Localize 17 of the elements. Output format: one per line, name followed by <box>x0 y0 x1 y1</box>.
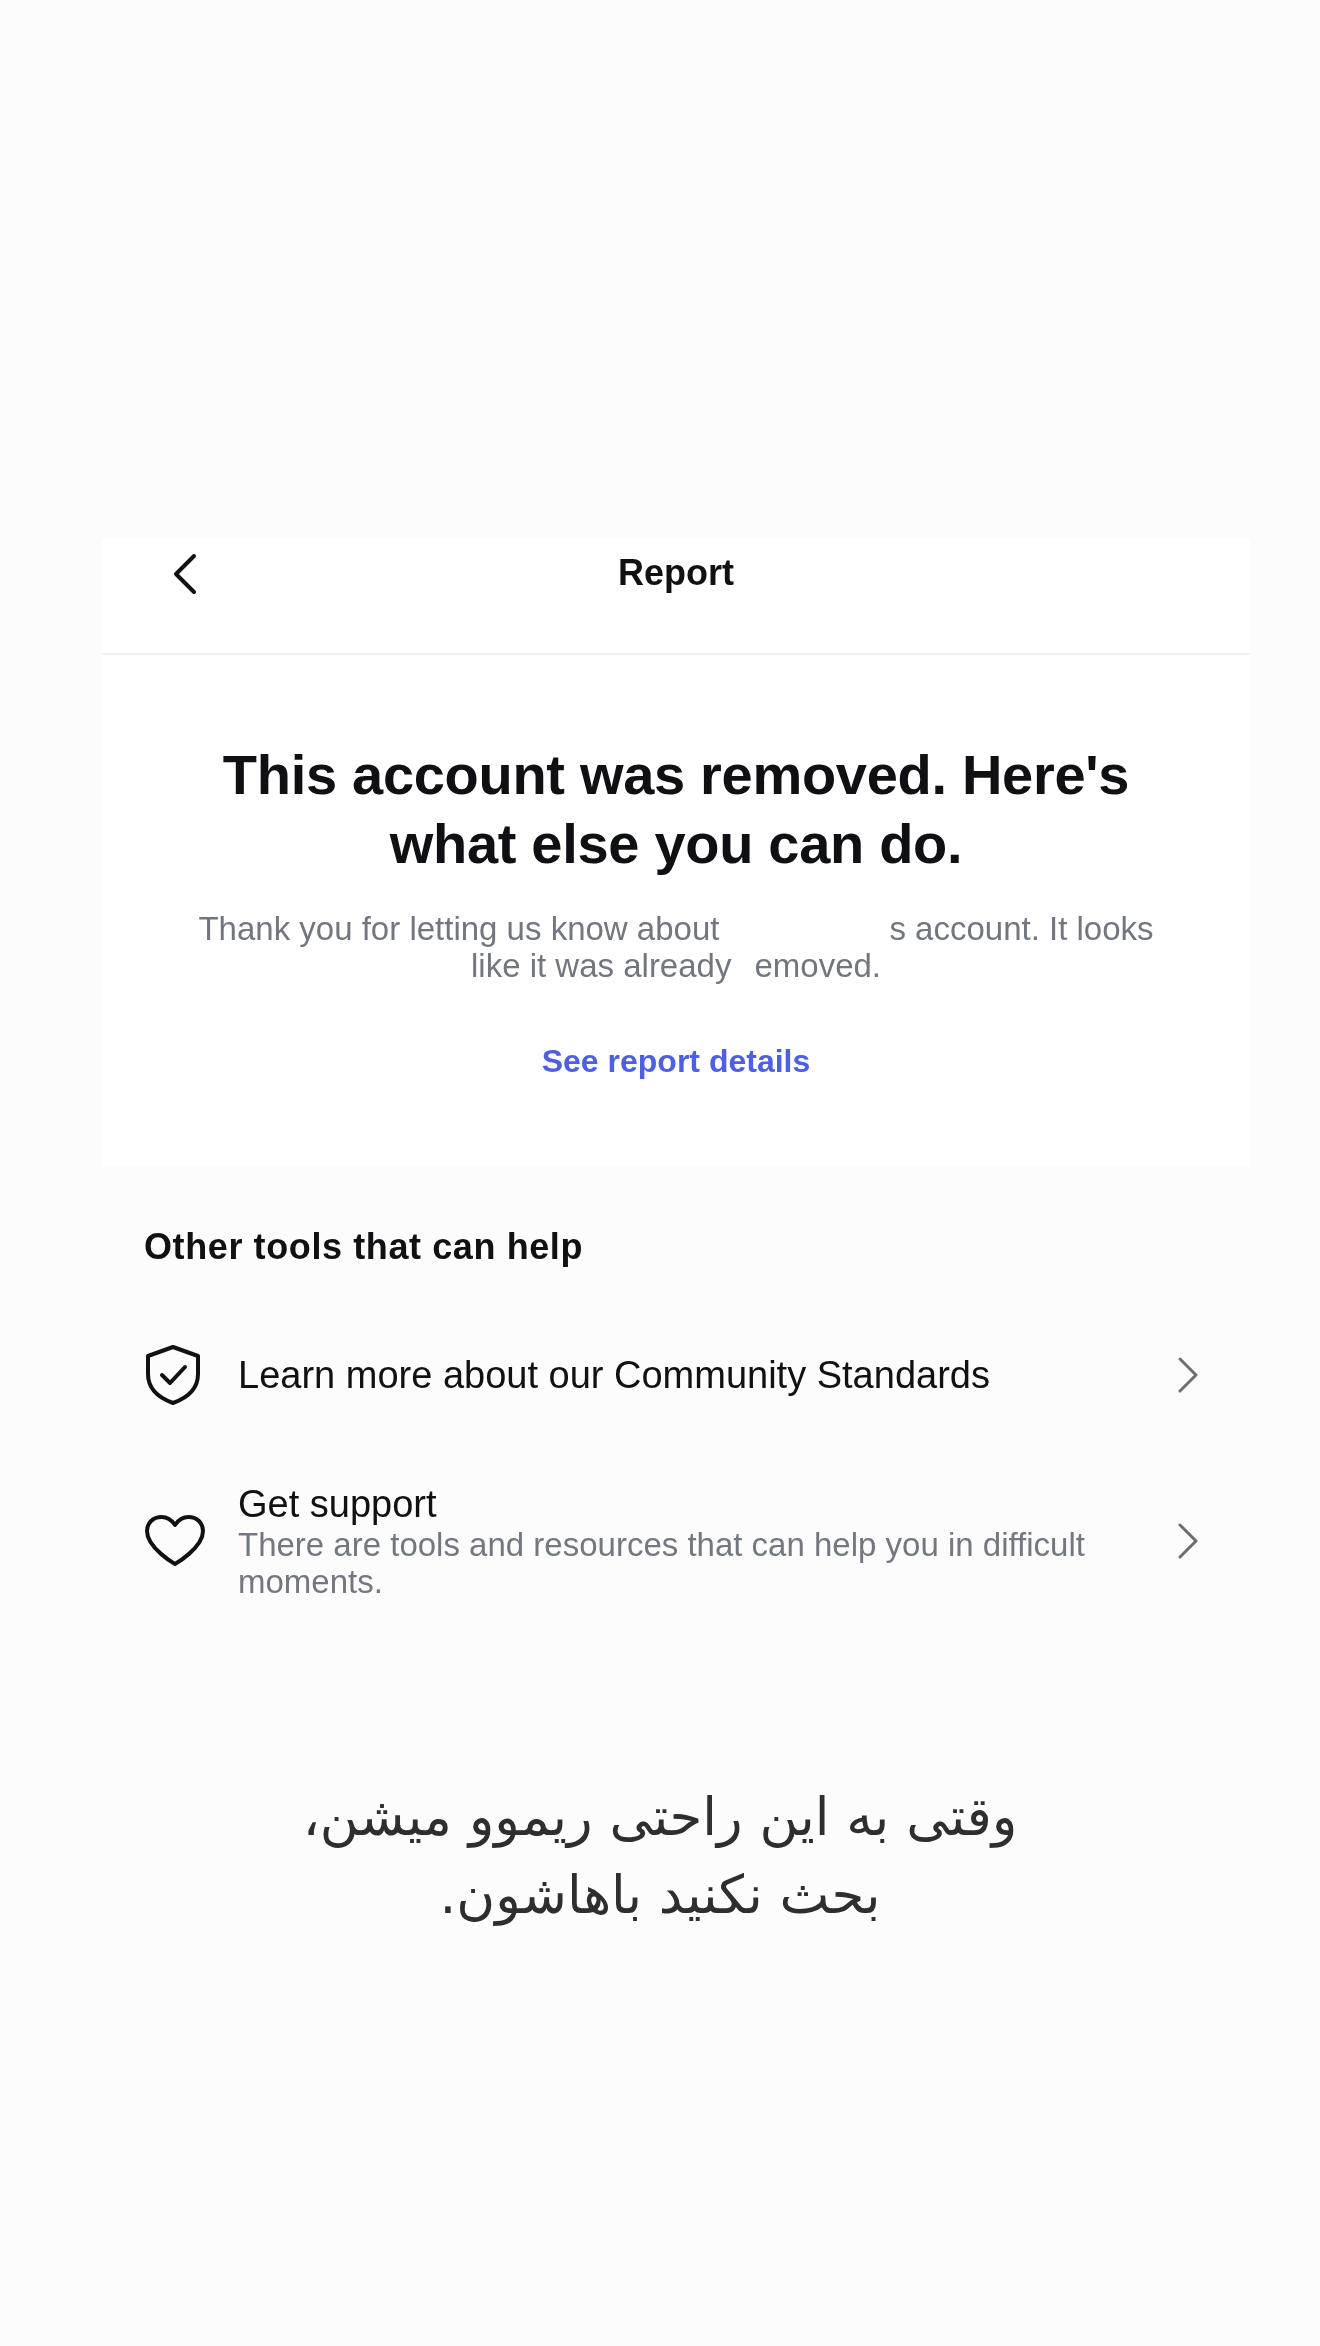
back-button[interactable] <box>172 553 198 595</box>
tool-list-item[interactable]: Learn more about our Community Standards <box>144 1306 1200 1444</box>
description-text: emoved. <box>754 947 881 984</box>
tool-list-item[interactable]: Get support There are tools and resources that can help you in difficult moments. <box>144 1444 1200 1638</box>
chevron-right-icon <box>1176 1356 1200 1394</box>
back-icon <box>172 553 198 595</box>
shield-check-icon <box>144 1344 202 1406</box>
caption-text: وقتی به این راحتی ریموو میشن، بحث نکنید باهاشون. <box>301 1785 1019 1928</box>
header-title: Report <box>618 553 734 593</box>
notice-heading: This account was removed. Here's what else you can do. <box>221 742 1131 877</box>
chevron-right-icon <box>1176 1522 1200 1560</box>
description-text: like it was already <box>471 947 732 984</box>
report-details-link[interactable]: See report details <box>541 1041 811 1081</box>
description-text: s account. It looks <box>889 910 1154 947</box>
section-title: Other tools that can help <box>144 1227 585 1267</box>
description-text: Thank you for letting us know about <box>198 910 720 947</box>
heart-icon <box>144 1514 206 1568</box>
